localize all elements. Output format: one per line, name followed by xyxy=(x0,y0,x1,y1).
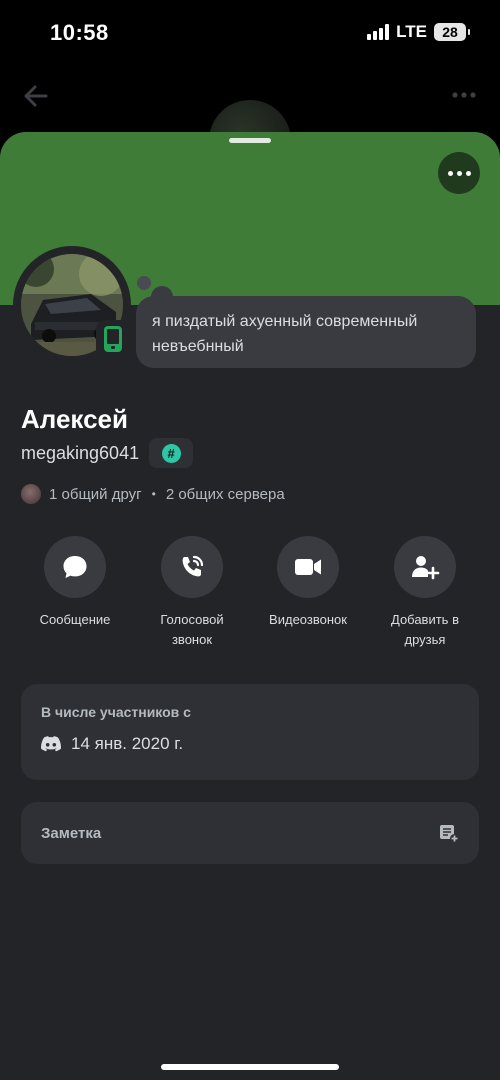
chat-bubble-icon xyxy=(44,536,106,598)
drag-handle[interactable] xyxy=(229,138,271,143)
mobile-online-badge xyxy=(96,320,130,358)
mutual-friend-avatar xyxy=(21,484,41,504)
message-button[interactable]: Сообщение xyxy=(10,536,140,630)
add-friend-icon xyxy=(394,536,456,598)
username: megaking6041 xyxy=(21,442,140,463)
action-label: Голосовой звонок xyxy=(160,612,224,647)
member-since-row: 14 янв. 2020 г. xyxy=(41,734,459,754)
signal-icon xyxy=(367,24,390,40)
arrow-left-icon[interactable] xyxy=(20,80,52,112)
username-row: megaking6041 # xyxy=(21,438,194,468)
separator-dot: • xyxy=(151,487,156,501)
hashtag-badge-icon: # xyxy=(161,443,181,463)
custom-status-bubble[interactable]: я пиздатый ахуенный современный невъебнн… xyxy=(136,296,476,368)
add-note-icon[interactable] xyxy=(439,823,459,843)
member-since-date: 14 янв. 2020 г. xyxy=(71,734,184,753)
profile-sheet: я пиздатый ахуенный современный невъебнн… xyxy=(0,132,500,1080)
more-dot-icon xyxy=(465,170,471,176)
member-since-title: В числе участников с xyxy=(41,704,191,720)
status-bubble-dot xyxy=(137,276,151,290)
note-label: Заметка xyxy=(41,824,102,842)
ellipsis-icon[interactable] xyxy=(452,90,476,100)
status-indicators: LTE 28 xyxy=(367,22,470,42)
status-time: 10:58 xyxy=(50,20,109,45)
action-label: Сообщение xyxy=(39,612,111,627)
phone-call-icon xyxy=(161,536,223,598)
hashtag-badge[interactable]: # xyxy=(149,438,194,468)
display-name: Алексей xyxy=(21,404,128,434)
status-bar: 10:58 LTE 28 xyxy=(0,0,500,66)
voice-call-button[interactable]: Голосовой звонок xyxy=(127,536,257,650)
more-options-button[interactable] xyxy=(438,152,480,194)
add-friend-button[interactable]: Добавить в друзья xyxy=(360,536,490,650)
more-dot-icon xyxy=(456,170,462,176)
discord-logo-icon xyxy=(41,736,61,752)
member-since-card: В числе участников с 14 янв. 2020 г. xyxy=(21,684,479,780)
mutual-friends-count[interactable]: 1 общий друг xyxy=(49,486,142,503)
action-label: Добавить в друзья xyxy=(391,612,459,647)
video-call-button[interactable]: Видеозвонок xyxy=(243,536,373,630)
mobile-phone-icon xyxy=(104,326,122,352)
more-dot-icon xyxy=(447,170,453,176)
home-indicator[interactable] xyxy=(161,1064,339,1070)
mutual-servers-count[interactable]: 2 общих сервера xyxy=(166,486,285,503)
mutuals-row[interactable]: 1 общий друг • 2 общих сервера xyxy=(21,484,285,504)
action-buttons: Сообщение Голосовой звонок Видеозвонок Д… xyxy=(0,536,500,656)
video-camera-icon xyxy=(277,536,339,598)
action-label: Видеозвонок xyxy=(269,612,347,627)
battery-icon: 28 xyxy=(434,23,470,41)
note-field[interactable]: Заметка xyxy=(21,802,479,864)
network-label: LTE xyxy=(396,22,427,41)
